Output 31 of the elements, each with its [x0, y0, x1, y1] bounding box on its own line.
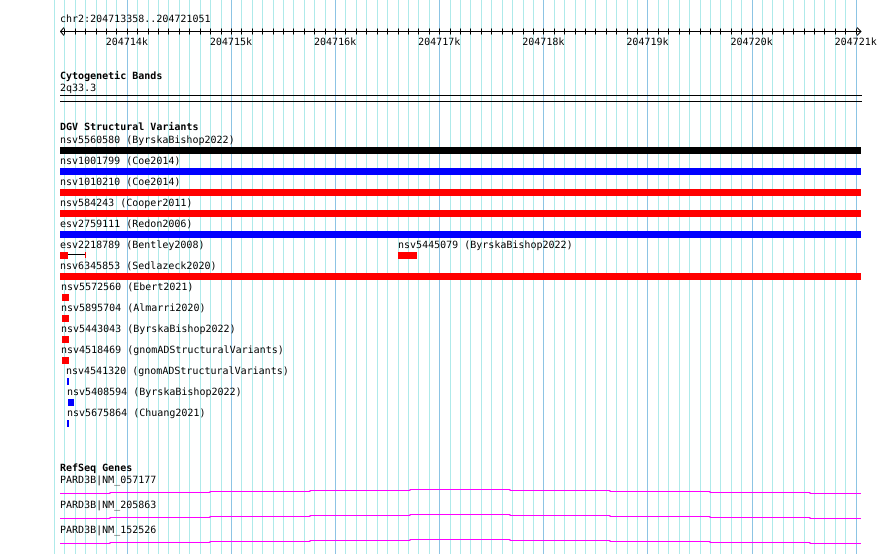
variant-label: nsv5445079 (ByrskaBishop2022)	[398, 240, 573, 252]
variant-label: nsv1010210 (Coe2014)	[60, 177, 180, 189]
variant-label: nsv5675864 (Chuang2021)	[67, 408, 206, 420]
tick-label: 204716k	[314, 37, 356, 49]
track-title: Cytogenetic Bands	[60, 71, 164, 83]
tick-label: 204721k	[834, 37, 877, 49]
variant-label: nsv6345853 (Sedlazeck2020)	[60, 261, 217, 273]
track-title: RefSeq Genes	[60, 463, 134, 475]
variant-label: nsv1001799 (Coe2014)	[60, 156, 180, 168]
variant-label: nsv584243 (Cooper2011)	[60, 198, 192, 210]
gene-label: PARD3B|NM_205863	[60, 500, 158, 512]
variant-label: esv2759111 (Redon2006)	[60, 219, 192, 231]
variant-label: nsv4541320 (gnomADStructuralVariants)	[66, 366, 289, 378]
variant-label: esv2218789 (Bentley2008)	[60, 240, 204, 252]
variant-label: nsv5443043 (ByrskaBishop2022)	[61, 324, 236, 336]
variant-label: nsv5408594 (ByrskaBishop2022)	[67, 387, 242, 399]
track-title: DGV Structural Variants	[60, 122, 200, 134]
gene-label: PARD3B|NM_152526	[60, 525, 158, 537]
band-label: 2q33.3	[60, 83, 98, 95]
variant-label: nsv5560580 (ByrskaBishop2022)	[60, 135, 235, 147]
gene-label: PARD3B|NM_057177	[60, 475, 158, 487]
variant-label: nsv4518469 (gnomADStructuralVariants)	[61, 345, 284, 357]
variant-label: nsv5572560 (Ebert2021)	[61, 282, 194, 294]
tick-label: 204718k	[522, 37, 564, 49]
tick-label: 204719k	[626, 37, 669, 49]
tick-label: 204717k	[418, 37, 460, 49]
variant-label: nsv5895704 (Almarri2020)	[61, 303, 206, 315]
tick-label: 204714k	[106, 37, 148, 49]
tick-label: 204720k	[730, 37, 773, 49]
tick-label: 204715k	[210, 37, 252, 49]
location-label: chr2:204713358..204721051	[60, 14, 212, 26]
